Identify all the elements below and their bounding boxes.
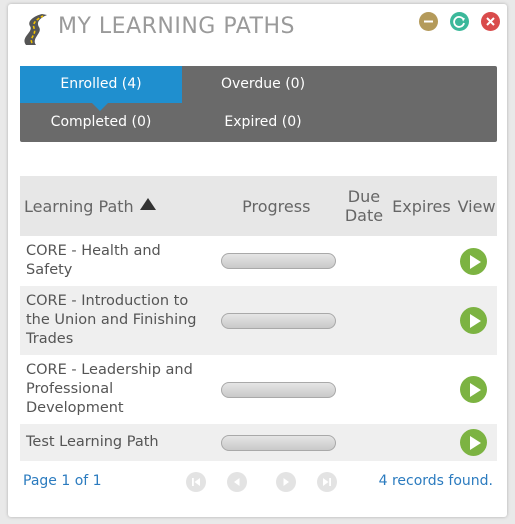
refresh-button[interactable] — [450, 12, 469, 31]
column-header-expires[interactable]: Expires — [386, 176, 457, 236]
widget-header: MY LEARNING PATHS — [8, 4, 507, 60]
learning-path-name: CORE - Leadership and Professional Devel… — [26, 362, 193, 416]
close-icon — [486, 17, 495, 26]
column-header-progress[interactable]: Progress — [211, 176, 342, 236]
close-button[interactable] — [481, 12, 500, 31]
page-info: Page 1 of 1 — [23, 473, 102, 489]
next-page-button[interactable] — [276, 472, 296, 492]
previous-page-button[interactable] — [227, 472, 247, 492]
learning-path-name: CORE - Health and Safety — [26, 243, 161, 278]
play-icon[interactable] — [460, 429, 488, 456]
tab-overdue-label: Overdue (0) — [220, 76, 306, 92]
minimize-button[interactable] — [419, 12, 438, 31]
table-row: CORE - Introduction to the Union and Fin… — [20, 286, 497, 355]
status-tabs: Enrolled (4) Overdue (0) Completed (0) E… — [20, 66, 497, 142]
learning-path-name: Test Learning Path — [26, 434, 159, 450]
expires-cell — [387, 236, 456, 286]
learning-paths-table: Learning Path Progress Due Date Expires … — [20, 176, 497, 461]
learning-paths-widget: MY LEARNING PATHS Enrolled (4) Overdue (… — [8, 4, 507, 517]
play-icon[interactable] — [460, 307, 488, 334]
tab-expired-label: Expired (0) — [224, 114, 302, 130]
progress-bar — [221, 253, 337, 269]
first-page-button[interactable] — [186, 472, 206, 492]
tab-completed-label: Completed (0) — [50, 114, 152, 130]
records-count: 4 records found. — [378, 473, 493, 489]
progress-bar — [221, 381, 337, 398]
table-row: CORE - Health and Safety — [20, 236, 497, 286]
table-header-row: Learning Path Progress Due Date Expires … — [20, 176, 497, 236]
due-date-cell — [341, 355, 387, 424]
play-icon[interactable] — [460, 376, 488, 403]
due-date-cell — [341, 286, 387, 355]
column-header-view: View — [456, 176, 497, 236]
column-header-due-date[interactable]: Due Date — [341, 176, 387, 236]
next-page-icon — [283, 478, 289, 486]
expires-cell — [386, 286, 457, 355]
column-header-learning-path[interactable]: Learning Path — [20, 176, 212, 236]
previous-page-icon — [234, 478, 240, 486]
last-page-icon — [323, 478, 331, 486]
minus-icon — [424, 20, 433, 23]
table-footer: Page 1 of 1 4 records found. — [8, 464, 507, 500]
last-page-button[interactable] — [317, 472, 337, 492]
tab-expired[interactable]: Expired (0) — [182, 104, 344, 141]
due-date-cell — [341, 236, 387, 286]
expires-cell — [386, 424, 457, 461]
sort-up-icon — [139, 197, 156, 210]
tab-enrolled[interactable]: Enrolled (4) — [20, 66, 182, 111]
progress-bar — [221, 312, 337, 329]
first-page-icon — [192, 478, 200, 486]
tab-enrolled-label: Enrolled (4) — [60, 76, 142, 92]
due-date-cell — [341, 424, 387, 461]
table-row: CORE - Leadership and Professional Devel… — [20, 355, 497, 424]
widget-title: MY LEARNING PATHS — [58, 14, 295, 39]
table-row: Test Learning Path — [20, 424, 497, 461]
tab-completed[interactable]: Completed (0) — [20, 104, 182, 141]
refresh-icon — [453, 16, 465, 28]
tab-overdue[interactable]: Overdue (0) — [182, 66, 344, 103]
road-icon — [24, 14, 47, 45]
play-icon[interactable] — [460, 247, 488, 275]
learning-path-name: CORE - Introduction to the Union and Fin… — [26, 293, 197, 347]
expires-cell — [387, 355, 456, 424]
progress-bar — [221, 434, 337, 451]
